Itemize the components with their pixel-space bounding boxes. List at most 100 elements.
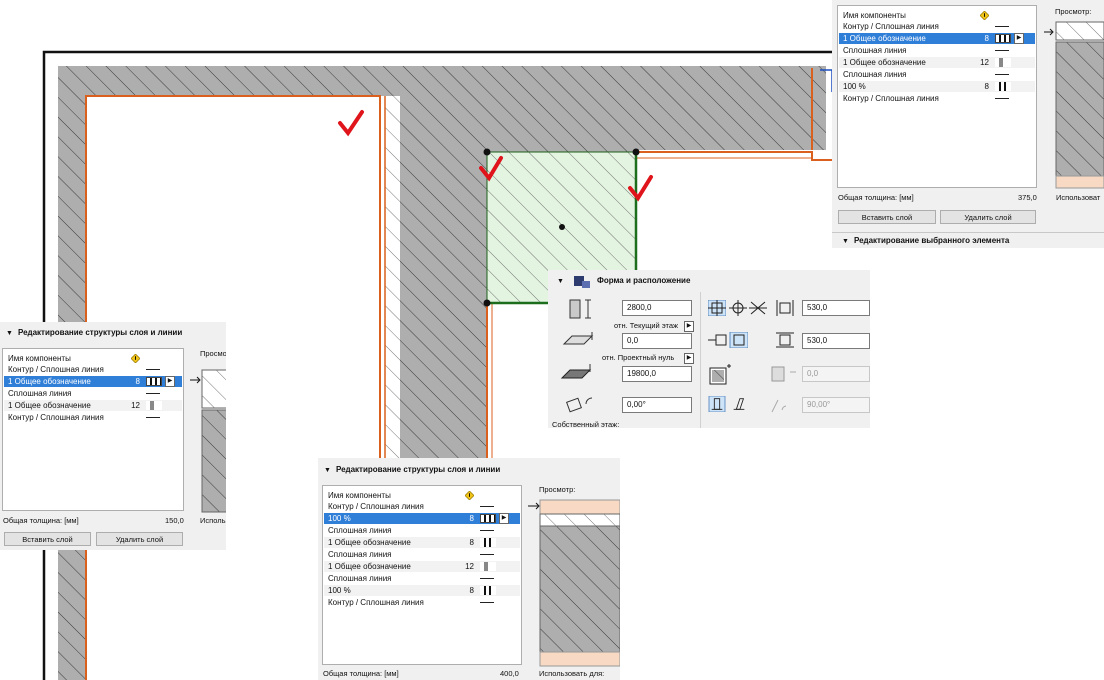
fill-swatch-icon[interactable] bbox=[146, 401, 162, 410]
section-layer-structure[interactable]: ▼ Редактирование структуры слоя и линии bbox=[6, 328, 182, 337]
fill-swatch-icon[interactable] bbox=[995, 82, 1011, 91]
floor-offset-icon bbox=[562, 332, 594, 345]
total-thickness-value: 400,0 bbox=[500, 669, 519, 678]
component-name: Контур / Сплошная линия bbox=[8, 365, 104, 374]
list-item[interactable]: Сплошная линия bbox=[4, 388, 182, 399]
pen-number: 8 bbox=[469, 586, 474, 595]
list-item[interactable]: Сплошная линия bbox=[324, 573, 520, 584]
vertical-column-icon[interactable] bbox=[708, 396, 726, 412]
line-type-icon bbox=[146, 417, 160, 418]
pen-number: 8 bbox=[984, 34, 989, 43]
list-item[interactable]: Сплошная линия bbox=[324, 525, 520, 536]
layer-structure-panel-left: ▼ Редактирование структуры слоя и линии И… bbox=[0, 322, 226, 550]
hatch-origin-icon[interactable] bbox=[708, 364, 732, 386]
anchor-circle-icon[interactable] bbox=[729, 300, 747, 316]
row-expand-arrow-icon[interactable]: ▶ bbox=[165, 376, 175, 387]
slanted-column-icon[interactable] bbox=[730, 396, 748, 412]
depth-icon bbox=[776, 332, 794, 348]
warning-icon bbox=[980, 11, 989, 20]
fill-swatch-icon[interactable] bbox=[995, 58, 1011, 67]
fill-swatch-icon[interactable] bbox=[480, 562, 496, 571]
slant-icon bbox=[771, 366, 796, 382]
list-item[interactable]: 100 % 8 ▶ bbox=[324, 513, 520, 524]
use-for-label: Использовать для: bbox=[539, 669, 605, 678]
fill-swatch-icon[interactable] bbox=[146, 377, 162, 386]
depth-input[interactable]: 530,0 bbox=[802, 333, 870, 349]
component-name: Сплошная линия bbox=[328, 550, 392, 559]
list-item[interactable]: Сплошная линия bbox=[324, 549, 520, 560]
fill-swatch-icon[interactable] bbox=[480, 586, 496, 595]
fill-swatch-icon[interactable] bbox=[995, 34, 1011, 43]
line-type-icon bbox=[995, 26, 1009, 27]
slant-input[interactable]: 0,0 bbox=[802, 366, 870, 382]
pen-number: 8 bbox=[135, 377, 140, 386]
row-expand-arrow-icon[interactable]: ▶ bbox=[499, 513, 509, 524]
component-list[interactable]: Имя компоненты Контур / Сплошная линия 1 … bbox=[2, 348, 184, 511]
section-title: Редактирование структуры слоя и линии bbox=[17, 328, 183, 337]
component-name: Контур / Сплошная линия bbox=[328, 502, 424, 511]
insert-layer-button[interactable]: Вставить слой bbox=[4, 532, 91, 546]
line-type-icon bbox=[995, 50, 1009, 51]
line-type-icon bbox=[995, 74, 1009, 75]
list-item[interactable]: 1 Общее обозначение 12 bbox=[324, 561, 520, 572]
insert-layer-button[interactable]: Вставить слой bbox=[838, 210, 936, 224]
width-input[interactable]: 530,0 bbox=[802, 300, 870, 316]
list-item[interactable]: 1 Общее обозначение 8 ▶ bbox=[839, 33, 1035, 44]
zero-offset-icon bbox=[560, 364, 592, 379]
list-item[interactable]: Контур / Сплошная линия bbox=[4, 412, 182, 423]
delete-layer-button[interactable]: Удалить слой bbox=[96, 532, 183, 546]
fill-swatch-icon[interactable] bbox=[480, 538, 496, 547]
list-item[interactable]: Контур / Сплошная линия bbox=[839, 21, 1035, 32]
layer-preview bbox=[528, 499, 620, 667]
list-item[interactable]: Сплошная линия bbox=[839, 69, 1035, 80]
list-header: Имя компоненты bbox=[324, 490, 520, 501]
anchor-side-icon[interactable] bbox=[708, 332, 748, 348]
component-name: Сплошная линия bbox=[328, 526, 392, 535]
list-item[interactable]: Контур / Сплошная линия bbox=[839, 93, 1035, 104]
section-shape-position[interactable]: ▼ bbox=[557, 276, 569, 285]
component-name: Контур / Сплошная линия bbox=[328, 598, 424, 607]
anchor-center-icon[interactable] bbox=[708, 300, 726, 316]
section-edit-selected[interactable]: ▼ Редактирование выбранного элемента bbox=[842, 236, 1009, 245]
list-item[interactable]: 1 Общее обозначение 12 bbox=[4, 400, 182, 411]
rotation-angle-input[interactable]: 0,00° bbox=[622, 397, 692, 413]
list-item[interactable]: 1 Общее обозначение 8 ▶ bbox=[4, 376, 182, 387]
use-for-label: Использ bbox=[200, 516, 226, 525]
delete-layer-button[interactable]: Удалить слой bbox=[940, 210, 1036, 224]
rotation-angle-icon bbox=[566, 397, 593, 413]
component-list[interactable]: Имя компоненты Контур / Сплошная линия 1 … bbox=[837, 5, 1037, 188]
component-name: Сплошная линия bbox=[843, 70, 907, 79]
list-item[interactable]: Сплошная линия bbox=[839, 45, 1035, 56]
height-input[interactable]: 2800,0 bbox=[622, 300, 692, 316]
zero-offset-input[interactable]: 19800,0 bbox=[622, 366, 692, 382]
list-item[interactable]: 1 Общее обозначение 8 bbox=[324, 537, 520, 548]
component-name: Контур / Сплошная линия bbox=[843, 94, 939, 103]
preview-label: Просмотр: bbox=[539, 485, 576, 494]
mirror-icon[interactable] bbox=[749, 300, 767, 316]
list-item[interactable]: 1 Общее обозначение 12 bbox=[839, 57, 1035, 68]
section-layer-structure[interactable]: ▼ Редактирование структуры слоя и линии bbox=[324, 465, 500, 474]
line-type-icon bbox=[480, 578, 494, 579]
slant-angle-icon bbox=[771, 399, 787, 413]
component-list[interactable]: Имя компоненты Контур / Сплошная линия 10… bbox=[322, 485, 522, 665]
floor-reference-label: отн. Текущий этаж bbox=[614, 321, 679, 330]
list-item[interactable]: Контур / Сплошная линия bbox=[324, 597, 520, 608]
floor-offset-input[interactable]: 0,0 bbox=[622, 333, 692, 349]
fill-swatch-icon[interactable] bbox=[480, 514, 496, 523]
list-item[interactable]: 100 % 8 bbox=[839, 81, 1035, 92]
section-title: Редактирование выбранного элемента bbox=[853, 236, 1010, 245]
list-item[interactable]: 100 % 8 bbox=[324, 585, 520, 596]
list-item[interactable]: Контур / Сплошная линия bbox=[324, 501, 520, 512]
total-thickness-value: 150,0 bbox=[165, 516, 184, 525]
line-type-icon bbox=[146, 369, 160, 370]
component-name: Сплошная линия bbox=[843, 46, 907, 55]
pen-number: 12 bbox=[131, 401, 140, 410]
collapse-triangle-icon: ▼ bbox=[6, 330, 13, 337]
column-name-header: Имя компоненты bbox=[328, 491, 391, 500]
zero-reference-dropdown[interactable]: ▶ bbox=[684, 353, 694, 364]
component-name: 1 Общее обозначение bbox=[328, 562, 411, 571]
row-expand-arrow-icon[interactable]: ▶ bbox=[1014, 33, 1024, 44]
list-item[interactable]: Контур / Сплошная линия bbox=[4, 364, 182, 375]
slant-angle-input[interactable]: 90,00° bbox=[802, 397, 870, 413]
floor-reference-dropdown[interactable]: ▶ bbox=[684, 321, 694, 332]
